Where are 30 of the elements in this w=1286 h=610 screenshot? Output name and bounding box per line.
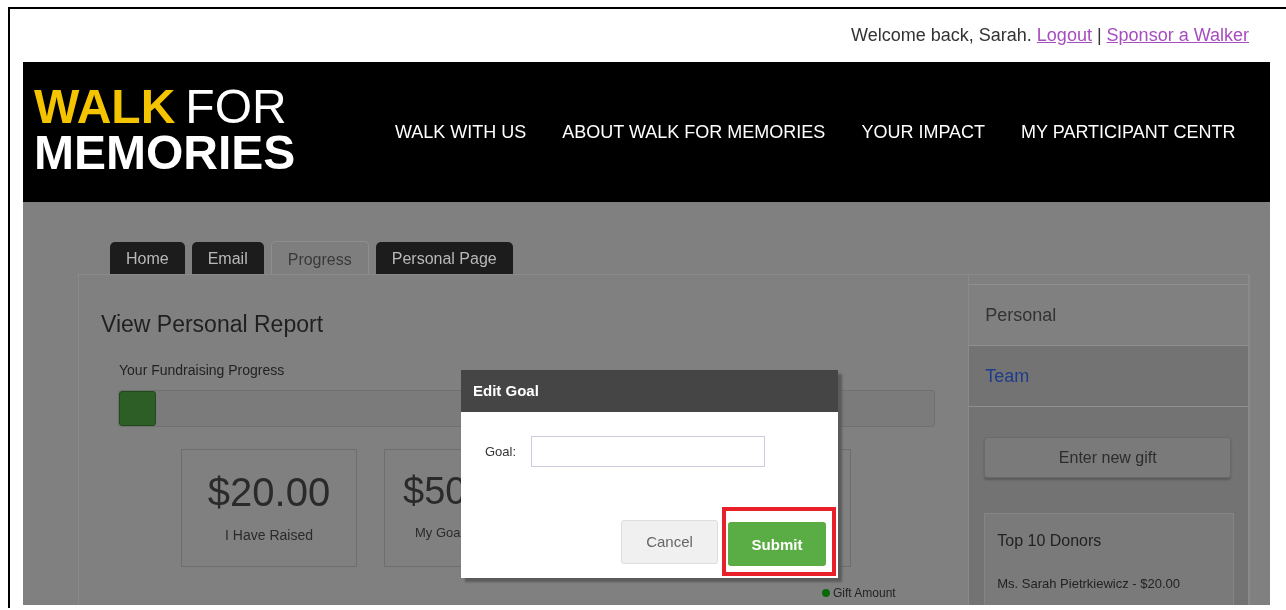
nav-link[interactable]: MY PARTICIPANT CENTR	[1021, 121, 1236, 143]
nav-link[interactable]: ABOUT WALK FOR MEMORIES	[562, 121, 826, 143]
logo-word: FOR	[185, 84, 287, 130]
enter-gift-button[interactable]: Enter new gift	[984, 437, 1232, 478]
welcome-text: Welcome back, Sarah.	[851, 25, 1032, 46]
report-title: View Personal Report	[101, 311, 325, 338]
separator-text: |	[1096, 25, 1102, 46]
submit-button[interactable]: Submit	[728, 522, 826, 566]
legend-text: Gift Amount	[833, 587, 896, 599]
tab[interactable]: Home	[110, 242, 185, 274]
donor-entry: Ms. Sarah Pietrkiewicz - $20.00	[997, 576, 1182, 591]
goal-label: Goal:	[485, 444, 517, 459]
stat-value: $20.00	[206, 470, 332, 515]
donors-title: Top 10 Donors	[997, 532, 1103, 550]
logo-word: MEMORIES	[34, 130, 296, 176]
tab[interactable]: Personal Page	[375, 242, 513, 274]
sponsor-link[interactable]: Sponsor a Walker	[1106, 25, 1249, 46]
tab[interactable]: Progress	[270, 241, 369, 274]
goal-input-field[interactable]	[531, 436, 766, 467]
tab[interactable]: Email	[191, 242, 264, 274]
logout-link[interactable]: Logout	[1036, 25, 1092, 46]
nav-link[interactable]: WALK WITH US	[395, 121, 527, 143]
logo-word: WALK	[34, 84, 176, 130]
stat-label: My Goa	[414, 525, 462, 540]
legend-dot	[822, 589, 830, 597]
stat-label: I Have Raised	[224, 527, 314, 543]
progress-label: Your Fundraising Progress	[119, 362, 286, 378]
cancel-button[interactable]: Cancel	[621, 519, 718, 564]
dialog-title: Edit Goal	[461, 370, 838, 412]
nav-link[interactable]: YOUR IMPACT	[861, 121, 986, 143]
